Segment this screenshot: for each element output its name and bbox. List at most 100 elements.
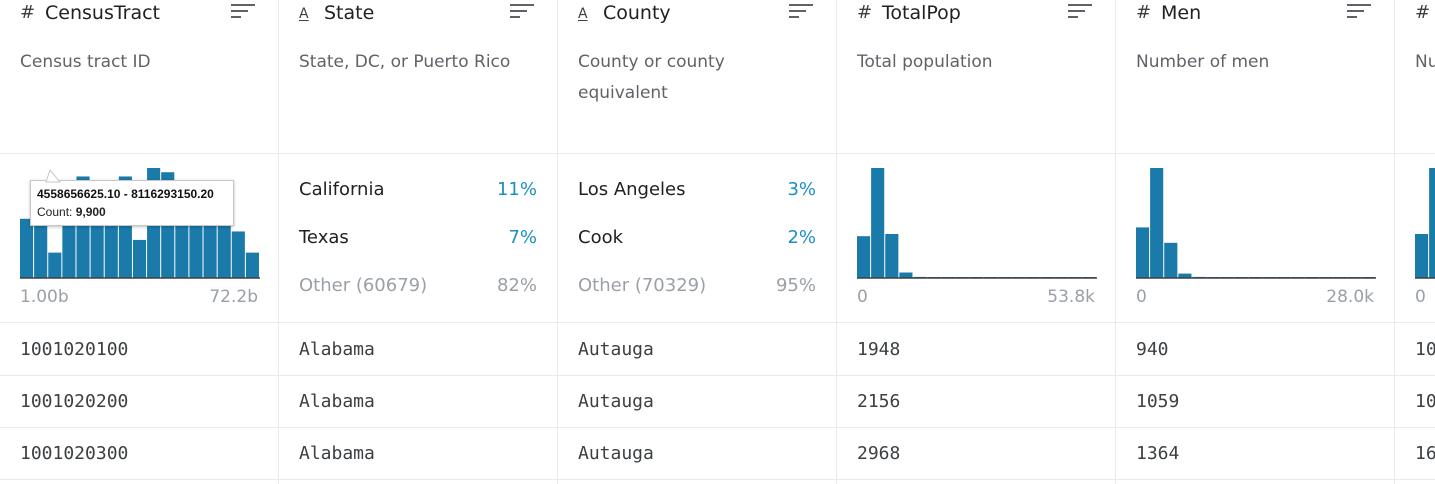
category-name: California [299, 179, 385, 200]
histogram[interactable] [857, 160, 1097, 280]
table-cell[interactable]: 1948 [857, 338, 900, 362]
histogram-bar[interactable] [245, 252, 259, 278]
table-cell[interactable]: 1364 [1136, 442, 1179, 466]
sort-icon[interactable] [510, 4, 534, 22]
sort-icon[interactable] [1347, 4, 1371, 22]
numeric-type-icon: # [857, 2, 873, 23]
string-type-icon: A [299, 6, 309, 22]
histogram[interactable] [1136, 160, 1376, 280]
table-cell[interactable]: 2968 [857, 442, 900, 466]
histogram-bar[interactable] [1415, 234, 1429, 278]
category-row-other: Other (60679) 82% [299, 273, 537, 299]
row-divider [837, 479, 1115, 480]
column-name[interactable]: CensusTract [45, 0, 160, 26]
table-cell[interactable]: Autauga [578, 442, 654, 466]
table-cell[interactable]: Alabama [299, 390, 375, 414]
row-divider [1116, 375, 1394, 376]
table-cell[interactable]: 1001020300 [20, 442, 128, 466]
table-cell[interactable]: Alabama [299, 442, 375, 466]
column-county: A County County or county equivalent Los… [558, 0, 837, 484]
column-description: Number of men [1136, 52, 1270, 72]
column-name[interactable]: State [324, 0, 374, 26]
column-header[interactable]: A State [279, 0, 557, 28]
histogram-min-label: 0 [1136, 287, 1147, 307]
divider [558, 322, 836, 323]
column-description: Total population [857, 52, 993, 72]
histogram-bar[interactable] [899, 272, 913, 279]
column-header[interactable]: # Men [1116, 0, 1394, 28]
column-description: Census tract ID [20, 52, 151, 72]
row-divider [837, 427, 1115, 428]
sort-icon[interactable] [1068, 4, 1092, 22]
category-row-other: Other (70329) 95% [578, 273, 816, 299]
histogram-bar[interactable] [857, 236, 871, 278]
column-censustract: # CensusTract Census tract ID 1.00b 72.2… [0, 0, 279, 484]
column-header[interactable]: # TotalPop [837, 0, 1115, 28]
table-cell[interactable]: 1059 [1136, 390, 1179, 414]
table-cell[interactable]: 940 [1136, 338, 1169, 362]
row-divider [0, 427, 278, 428]
row-divider [279, 375, 557, 376]
table-cell[interactable]: 1001020200 [20, 390, 128, 414]
histogram-bar[interactable] [885, 234, 899, 278]
histogram-bar[interactable] [48, 252, 62, 278]
row-divider [837, 375, 1115, 376]
histogram-bar[interactable] [132, 239, 147, 278]
column-header[interactable]: # [1395, 0, 1435, 28]
column-header[interactable]: # CensusTract [0, 0, 278, 28]
category-row[interactable]: Cook 2% [578, 225, 816, 251]
table-cell[interactable]: 1001020100 [20, 338, 128, 362]
histogram[interactable] [1415, 160, 1435, 280]
divider [837, 322, 1115, 323]
row-divider [558, 479, 836, 480]
histogram-bar[interactable] [20, 218, 34, 278]
row-divider [1395, 375, 1435, 376]
divider [279, 322, 557, 323]
histogram-bar[interactable] [1136, 227, 1150, 278]
column-partial: # Nu 0 10 10 16 [1395, 0, 1435, 484]
tooltip-arrow [45, 168, 62, 183]
numeric-type-icon: # [1415, 2, 1431, 23]
histogram-bar[interactable] [1429, 168, 1435, 278]
column-name[interactable]: TotalPop [882, 0, 961, 26]
category-name: Other (60679) [299, 275, 428, 296]
histogram-min-label: 0 [1415, 287, 1426, 307]
category-row[interactable]: Los Angeles 3% [578, 177, 816, 203]
category-name: Texas [299, 227, 349, 248]
table-cell[interactable]: 10 [1415, 338, 1435, 362]
column-name[interactable]: County [603, 0, 671, 26]
histogram-bar[interactable] [231, 231, 245, 278]
numeric-type-icon: # [1136, 2, 1152, 23]
column-description: State, DC, or Puerto Rico [299, 52, 511, 72]
table-cell[interactable]: Autauga [578, 390, 654, 414]
sort-icon[interactable] [789, 4, 813, 22]
table-cell[interactable]: 2156 [857, 390, 900, 414]
histogram-max-label: 53.8k [1047, 287, 1095, 307]
histogram-bar[interactable] [1164, 242, 1178, 278]
row-divider [1116, 427, 1394, 428]
column-totalpop: # TotalPop Total population 0 53.8k 1948… [837, 0, 1116, 484]
divider [558, 153, 836, 154]
table-cell[interactable]: Alabama [299, 338, 375, 362]
histogram-min-label: 0 [857, 287, 868, 307]
string-type-icon: A [578, 6, 588, 22]
category-name: Cook [578, 227, 624, 248]
table-cell[interactable]: Autauga [578, 338, 654, 362]
row-divider [1395, 427, 1435, 428]
histogram-bar[interactable] [871, 168, 885, 278]
column-description: Nu [1415, 52, 1435, 72]
category-row[interactable]: California 11% [299, 177, 537, 203]
table-cell[interactable]: 16 [1415, 442, 1435, 466]
tooltip-count-value: 9,900 [75, 205, 106, 219]
column-name[interactable]: Men [1161, 0, 1201, 26]
category-percent: 95% [775, 275, 816, 296]
column-header[interactable]: A County [558, 0, 836, 28]
category-percent: 82% [496, 275, 537, 296]
column-men: # Men Number of men 0 28.0k 940 1059 136… [1116, 0, 1395, 484]
row-divider [279, 479, 557, 480]
category-row[interactable]: Texas 7% [299, 225, 537, 251]
histogram-tooltip: 4558656625.10 - 8116293150.20 Count: 9,9… [30, 180, 234, 226]
table-cell[interactable]: 10 [1415, 390, 1435, 414]
histogram-bar[interactable] [1150, 168, 1164, 278]
sort-icon[interactable] [231, 4, 255, 22]
